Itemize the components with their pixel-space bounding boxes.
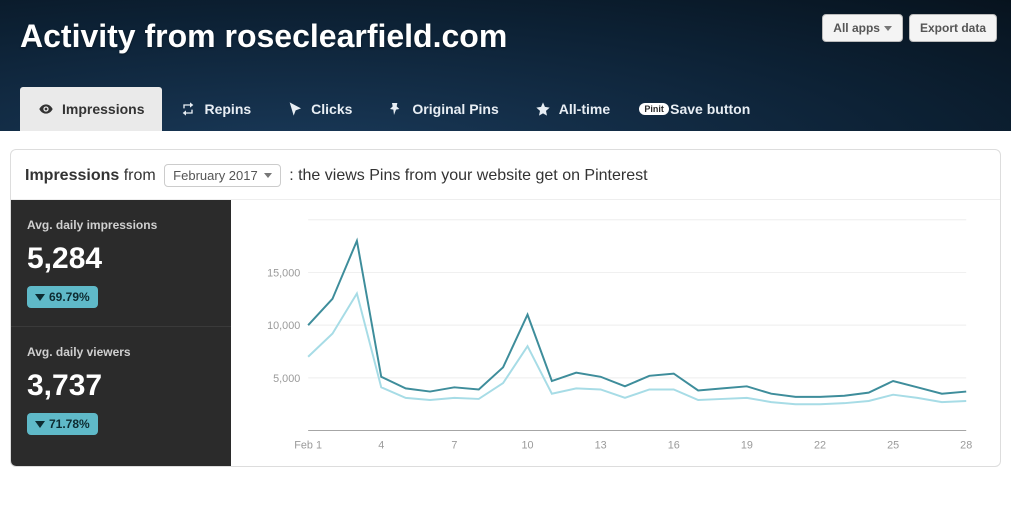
chart-area: 5,000 10,000 15,000 Feb 1 4 7 10 13 16 19 22 25 28 — [231, 200, 1000, 466]
period-select[interactable]: February 2017 — [164, 164, 281, 187]
tab-clicks[interactable]: Clicks — [269, 87, 370, 131]
chevron-down-icon — [884, 26, 892, 31]
all-apps-dropdown[interactable]: All apps — [822, 14, 903, 42]
period-label: February 2017 — [173, 168, 258, 183]
tab-impressions[interactable]: Impressions — [20, 87, 162, 131]
card-title-from: from — [124, 167, 156, 184]
tab-original-pins[interactable]: Original Pins — [370, 87, 516, 131]
delta-badge: 71.78% — [27, 413, 98, 435]
star-icon — [535, 101, 551, 117]
repin-icon — [180, 101, 196, 117]
svg-text:22: 22 — [814, 439, 826, 451]
pin-icon — [388, 101, 404, 117]
svg-text:25: 25 — [887, 439, 899, 451]
stat-block: Avg. daily viewers 3,737 71.78% — [11, 327, 231, 453]
card-header: Impressions from February 2017 : the vie… — [11, 150, 1000, 199]
svg-text:16: 16 — [668, 439, 680, 451]
tab-save-button[interactable]: Pinit Save button — [628, 87, 768, 131]
stats-panel: Avg. daily impressions5,28469.79%Avg. da… — [11, 200, 231, 466]
tab-label: Clicks — [311, 101, 352, 117]
stat-value: 5,284 — [27, 242, 215, 276]
card-title-strong: Impressions — [25, 167, 119, 184]
svg-text:13: 13 — [595, 439, 607, 451]
svg-text:7: 7 — [451, 439, 457, 451]
svg-text:10,000: 10,000 — [267, 320, 300, 332]
tab-label: Impressions — [62, 101, 144, 117]
pinit-badge-icon: Pinit — [646, 101, 662, 117]
svg-text:10: 10 — [521, 439, 533, 451]
chevron-down-icon — [264, 173, 272, 178]
svg-text:15,000: 15,000 — [267, 267, 300, 279]
impressions-card: Impressions from February 2017 : the vie… — [10, 149, 1001, 467]
cursor-icon — [287, 101, 303, 117]
card-title-rest: : the views Pins from your website get o… — [289, 167, 647, 184]
stat-label: Avg. daily impressions — [27, 218, 215, 232]
line-chart: 5,000 10,000 15,000 Feb 1 4 7 10 13 16 19 22 25 28 — [251, 210, 980, 460]
tab-label: Save button — [670, 101, 750, 117]
delta-value: 71.78% — [49, 417, 90, 431]
delta-value: 69.79% — [49, 290, 90, 304]
eye-icon — [38, 101, 54, 117]
stat-block: Avg. daily impressions 5,284 69.79% — [11, 200, 231, 327]
svg-text:Feb 1: Feb 1 — [294, 439, 322, 451]
export-data-button[interactable]: Export data — [909, 14, 997, 42]
stat-label: Avg. daily viewers — [27, 345, 215, 359]
tab-all-time[interactable]: All-time — [517, 87, 628, 131]
svg-text:28: 28 — [960, 439, 972, 451]
svg-text:4: 4 — [378, 439, 384, 451]
export-data-label: Export data — [920, 21, 986, 35]
tab-label: Original Pins — [412, 101, 498, 117]
delta-badge: 69.79% — [27, 286, 98, 308]
all-apps-label: All apps — [833, 21, 880, 35]
arrow-down-icon — [35, 421, 45, 428]
svg-text:5,000: 5,000 — [273, 373, 300, 385]
arrow-down-icon — [35, 294, 45, 301]
tab-label: All-time — [559, 101, 610, 117]
metric-tabs: Impressions Repins Clicks Original Pins All-… — [20, 87, 768, 131]
tab-repins[interactable]: Repins — [162, 87, 269, 131]
stat-value: 3,737 — [27, 369, 215, 403]
svg-text:19: 19 — [741, 439, 753, 451]
tab-label: Repins — [204, 101, 251, 117]
